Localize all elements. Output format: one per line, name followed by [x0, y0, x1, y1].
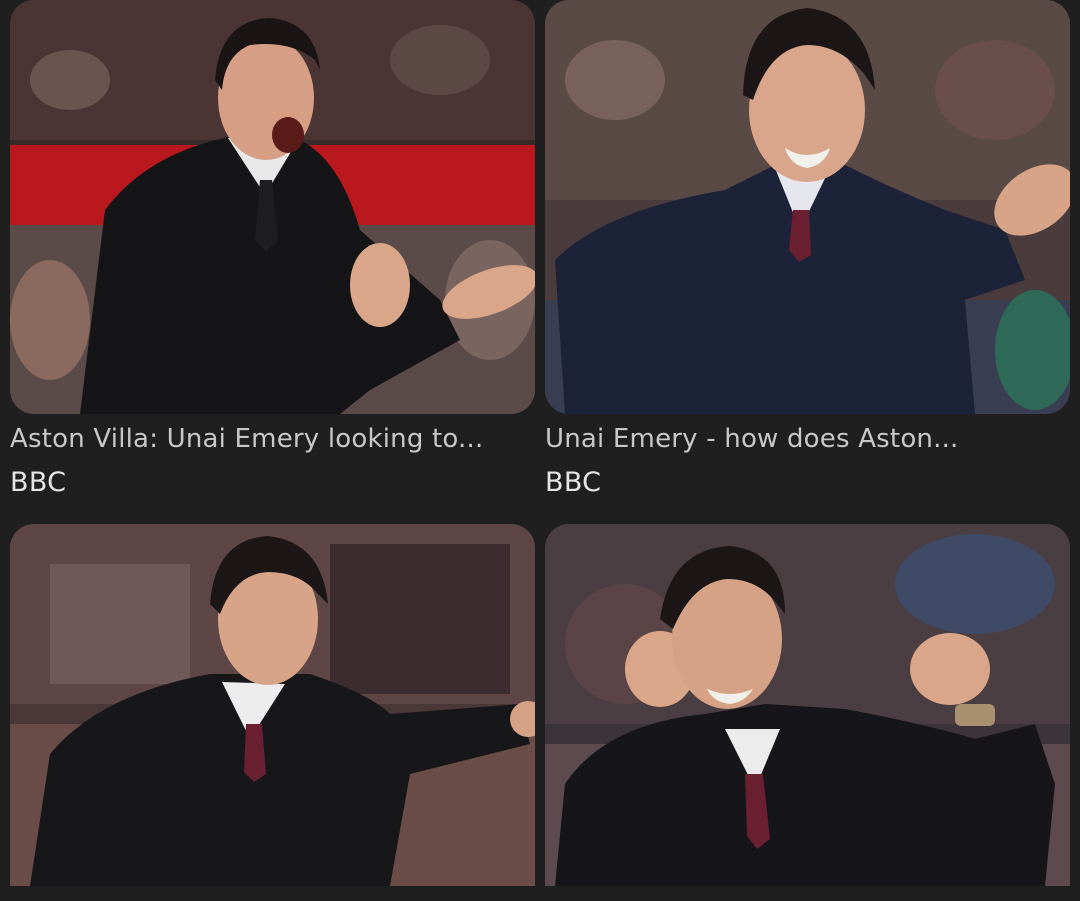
image-result-card[interactable]: [535, 524, 1080, 901]
image-result-card[interactable]: Unai Emery - how does Aston... BBC: [535, 0, 1080, 520]
result-thumbnail[interactable]: [545, 524, 1070, 886]
image-results-grid: Aston Villa: Unai Emery looking to... BB…: [0, 0, 1080, 901]
result-source: BBC: [10, 467, 67, 498]
result-title[interactable]: Unai Emery - how does Aston...: [545, 424, 1080, 454]
manager-arms-wide-image: [545, 0, 1070, 414]
result-thumbnail[interactable]: [545, 0, 1070, 414]
result-source: BBC: [545, 467, 602, 498]
manager-fist-pump-image: [545, 524, 1070, 886]
result-thumbnail[interactable]: [10, 524, 535, 886]
image-result-card[interactable]: Aston Villa: Unai Emery looking to... BB…: [0, 0, 545, 520]
result-title[interactable]: Aston Villa: Unai Emery looking to...: [10, 424, 545, 454]
image-result-card[interactable]: [0, 524, 545, 901]
manager-shouting-image: [10, 0, 535, 414]
manager-pointing-image: [10, 524, 535, 886]
result-thumbnail[interactable]: [10, 0, 535, 414]
